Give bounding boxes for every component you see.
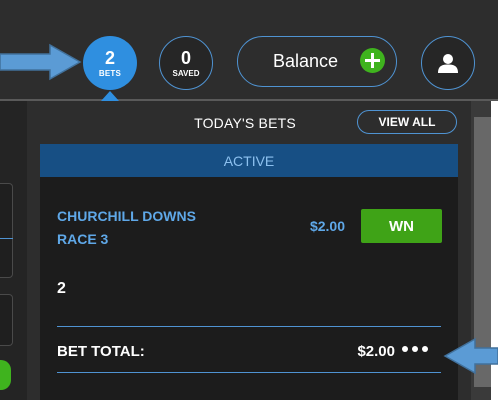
background-divider — [0, 238, 13, 239]
saved-label: SAVED — [172, 68, 200, 78]
ellipsis-icon[interactable] — [402, 346, 428, 352]
divider — [57, 326, 441, 327]
bet-total-value: $2.00 — [357, 343, 395, 360]
bets-dropdown-caret-icon — [101, 91, 119, 101]
background-card — [0, 294, 13, 346]
plus-icon[interactable] — [360, 48, 385, 73]
bets-button[interactable]: 2 BETS — [83, 36, 137, 90]
runner-selection: 2 — [57, 280, 66, 297]
account-button[interactable] — [421, 36, 475, 90]
balance-button[interactable]: Balance — [237, 36, 397, 87]
saved-count: 0 — [180, 47, 191, 68]
pointer-arrow-right-icon — [0, 43, 82, 81]
tab-active[interactable]: ACTIVE — [40, 144, 458, 177]
bets-count: 2 — [104, 47, 115, 68]
user-icon — [438, 54, 458, 73]
wager-amount: $2.00 — [309, 218, 345, 234]
saved-bets-button[interactable]: 0 SAVED — [159, 36, 213, 90]
bet-type-badge: WN — [361, 209, 442, 243]
track-name: CHURCHILL DOWNS — [57, 208, 196, 224]
background-card — [0, 183, 13, 278]
pointer-arrow-left-icon — [443, 337, 498, 375]
balance-label: Balance — [273, 51, 339, 71]
view-all-button[interactable]: VIEW ALL — [357, 110, 457, 134]
bet-total-label: BET TOTAL: — [57, 343, 145, 360]
divider — [57, 372, 441, 373]
bets-label: BETS — [98, 68, 122, 78]
race-name[interactable]: CHURCHILL DOWNS RACE 3 — [57, 205, 257, 251]
race-number: RACE 3 — [57, 231, 109, 247]
background-green-button — [0, 360, 11, 390]
